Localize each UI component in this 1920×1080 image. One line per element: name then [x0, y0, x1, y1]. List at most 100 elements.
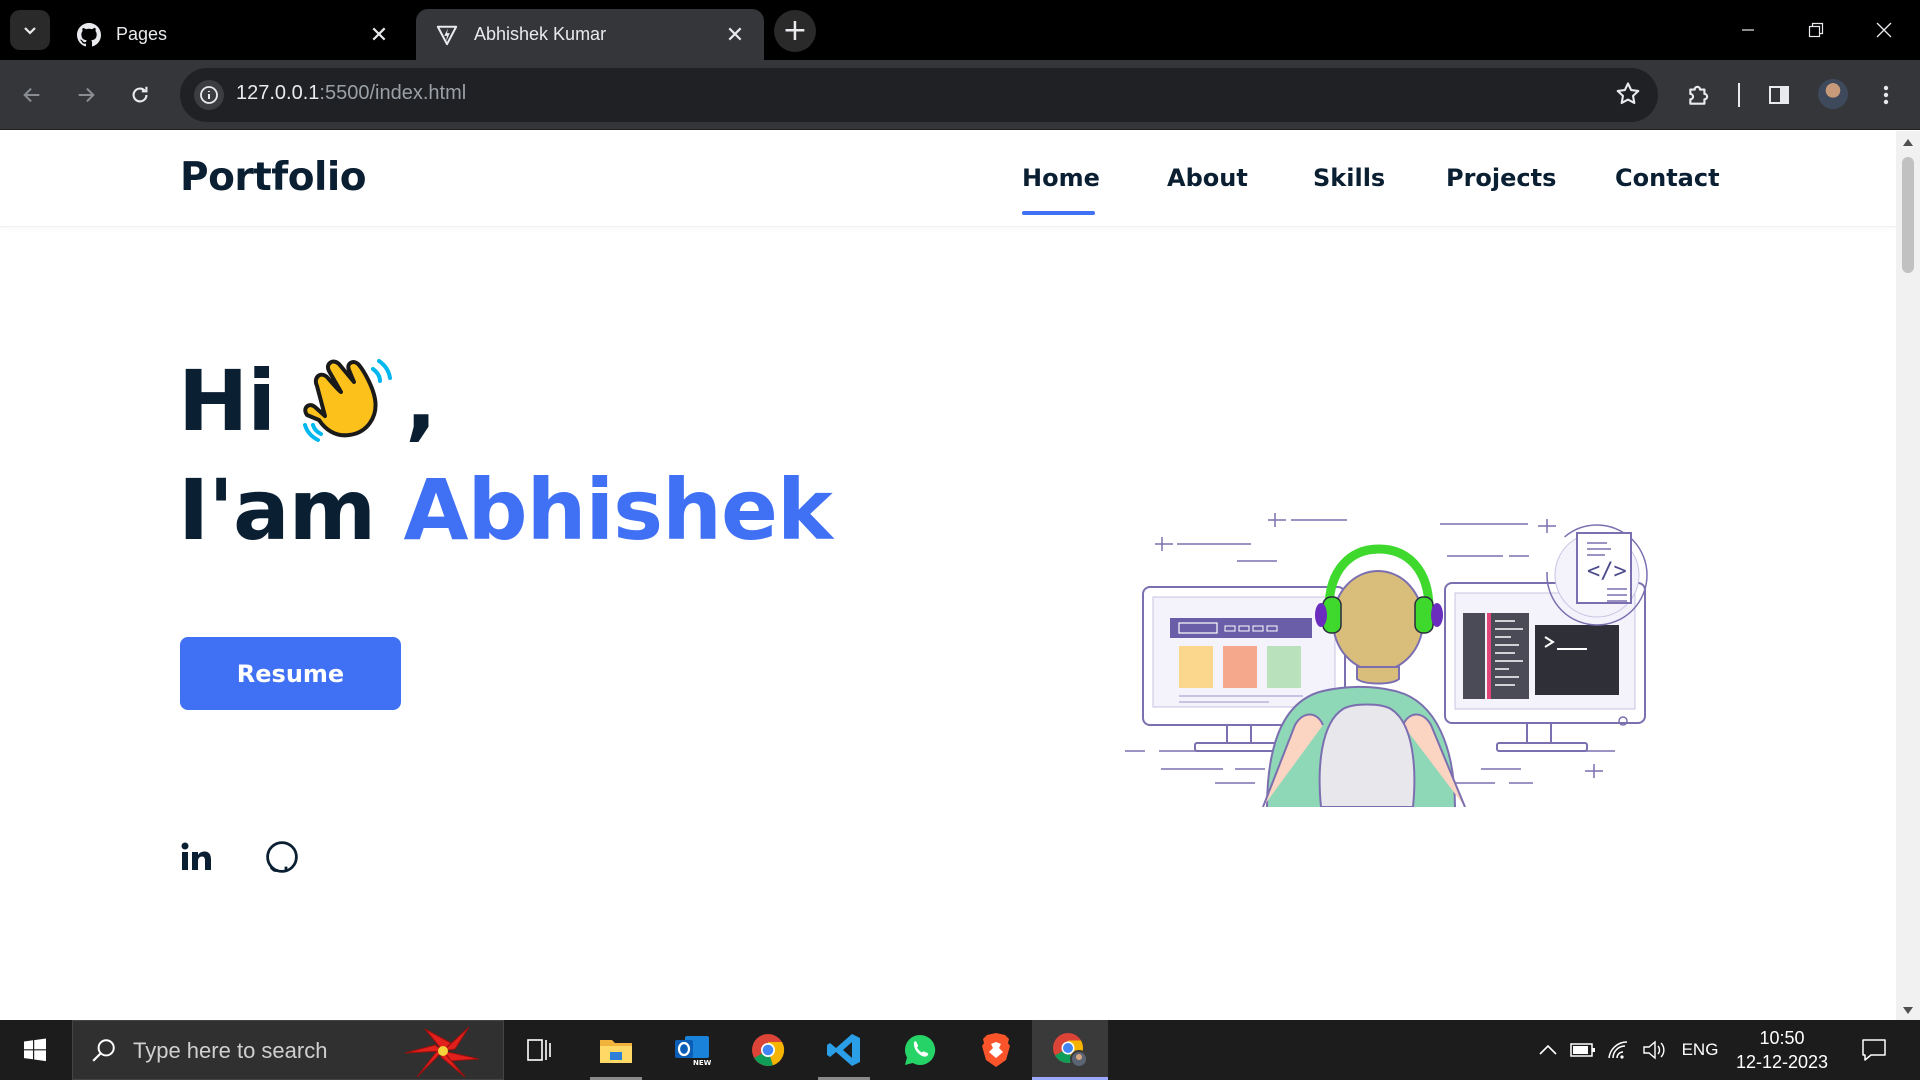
show-hidden-icons-button[interactable]	[1532, 1020, 1564, 1080]
browser-toolbar: 127.0.0.1:5500/index.html	[0, 60, 1920, 130]
start-button[interactable]	[0, 1020, 70, 1080]
close-window-button[interactable]	[1850, 0, 1918, 60]
task-view-button[interactable]	[502, 1020, 578, 1080]
vite-icon	[434, 22, 460, 48]
url-text[interactable]: 127.0.0.1:5500/index.html	[236, 82, 466, 105]
clock-date: 12-12-2023	[1735, 1052, 1829, 1072]
wifi-indicator[interactable]	[1602, 1020, 1636, 1080]
tab-title: Abhishek Kumar	[474, 24, 607, 44]
battery-indicator[interactable]	[1566, 1020, 1600, 1080]
toolbar-divider	[1738, 83, 1740, 107]
nav-projects[interactable]: Projects	[1446, 164, 1556, 192]
tab-abhishek-kumar[interactable]: Abhishek Kumar ✕	[416, 9, 764, 60]
intro-text: I'am	[178, 461, 404, 559]
vscode-button[interactable]	[806, 1020, 882, 1080]
tab-title: Pages	[116, 24, 168, 44]
close-icon	[1876, 22, 1892, 38]
nav-home[interactable]: Home	[1022, 164, 1100, 192]
site-logo[interactable]: Portfolio	[180, 155, 367, 200]
arrow-right-icon	[78, 87, 95, 103]
search-placeholder: Type here to search	[133, 1038, 328, 1063]
chrome-button[interactable]	[730, 1020, 806, 1080]
url-host: 127.0.0.1	[236, 82, 320, 104]
outlook-icon: NEW	[675, 1036, 711, 1067]
chevron-down-icon	[24, 27, 36, 35]
site-header: Portfolio Home About Skills Projects Con…	[0, 131, 1896, 227]
restore-icon	[1808, 22, 1824, 38]
extensions-button[interactable]	[1679, 75, 1719, 115]
windows-taskbar: Type here to search NEW ENG 10:50 12-12-…	[0, 1020, 1920, 1080]
side-panel-icon	[1769, 86, 1789, 104]
hero-name: Abhishek	[403, 461, 832, 559]
page-viewport: Portfolio Home About Skills Projects Con…	[0, 131, 1896, 1020]
scroll-down-icon[interactable]	[1903, 1007, 1913, 1014]
chrome-profile-icon	[1053, 1033, 1088, 1068]
url-path: :5500/index.html	[319, 82, 467, 104]
hero-greeting: Hi ,	[178, 336, 437, 466]
chevron-up-icon	[1539, 1044, 1557, 1055]
minimize-icon	[1742, 29, 1754, 31]
nav-about[interactable]: About	[1167, 164, 1248, 192]
wifi-icon	[1608, 1041, 1628, 1059]
browser-tab-strip: Pages ✕ Abhishek Kumar ✕ +	[0, 0, 1920, 60]
vscode-icon	[827, 1034, 860, 1066]
volume-indicator[interactable]	[1638, 1020, 1672, 1080]
minimize-button[interactable]	[1714, 0, 1782, 60]
resume-button[interactable]: Resume	[180, 637, 401, 710]
back-button[interactable]	[12, 75, 52, 115]
clock-time: 10:50	[1759, 1028, 1805, 1048]
site-info-icon[interactable]	[194, 80, 224, 110]
svg-text:NEW: NEW	[693, 1059, 711, 1067]
waving-hand-icon	[303, 359, 393, 442]
chrome-profile-button[interactable]	[1032, 1020, 1108, 1080]
github-icon[interactable]	[264, 839, 300, 875]
brave-button[interactable]	[958, 1020, 1034, 1080]
file-explorer-button[interactable]	[578, 1020, 654, 1080]
notification-center-button[interactable]	[1848, 1020, 1900, 1080]
nav-skills[interactable]: Skills	[1313, 164, 1385, 192]
chrome-icon	[752, 1034, 785, 1066]
browser-menu-button[interactable]	[1866, 75, 1906, 115]
taskbar-clock[interactable]: 10:50 12-12-2023	[1728, 1026, 1836, 1074]
file-explorer-icon	[600, 1040, 632, 1063]
input-language[interactable]: ENG	[1676, 1020, 1724, 1080]
task-view-icon	[527, 1039, 551, 1061]
reload-button[interactable]	[120, 75, 160, 115]
side-panel-button[interactable]	[1759, 75, 1799, 115]
tab-search-button[interactable]	[10, 10, 50, 50]
outlook-button[interactable]: NEW	[654, 1020, 730, 1080]
tab-pages[interactable]: Pages ✕	[58, 9, 408, 60]
svg-text:</>: </>	[1587, 559, 1627, 584]
reload-icon	[132, 86, 148, 103]
new-tab-button[interactable]: +	[774, 10, 816, 52]
puzzle-icon	[1689, 85, 1709, 105]
address-bar[interactable]: 127.0.0.1:5500/index.html	[180, 68, 1658, 122]
poinsettia-icon	[404, 1026, 480, 1078]
volume-icon	[1643, 1040, 1665, 1060]
whatsapp-button[interactable]	[882, 1020, 958, 1080]
bookmark-star-icon[interactable]	[1614, 80, 1642, 112]
restore-button[interactable]	[1782, 0, 1850, 60]
greeting-text: Hi	[178, 352, 276, 450]
profile-avatar[interactable]	[1818, 79, 1848, 109]
brave-icon	[982, 1033, 1010, 1067]
close-icon[interactable]: ✕	[724, 22, 746, 47]
hero-intro: I'am Abhishek	[178, 461, 833, 559]
linkedin-icon[interactable]	[178, 839, 214, 875]
greeting-comma: ,	[405, 352, 437, 450]
windows-icon	[24, 1038, 46, 1062]
more-vertical-icon	[1883, 85, 1889, 105]
taskbar-search-box[interactable]: Type here to search	[72, 1020, 504, 1080]
forward-button[interactable]	[66, 75, 106, 115]
nav-active-indicator	[1022, 211, 1095, 215]
notification-icon	[1862, 1039, 1886, 1061]
scroll-thumb[interactable]	[1902, 157, 1914, 273]
github-icon	[76, 22, 102, 48]
close-icon[interactable]: ✕	[368, 22, 390, 47]
nav-contact[interactable]: Contact	[1615, 164, 1720, 192]
page-scrollbar[interactable]	[1896, 131, 1920, 1020]
battery-icon	[1570, 1043, 1595, 1057]
arrow-left-icon	[23, 87, 40, 103]
scroll-up-icon[interactable]	[1903, 139, 1913, 146]
search-icon	[92, 1039, 115, 1062]
